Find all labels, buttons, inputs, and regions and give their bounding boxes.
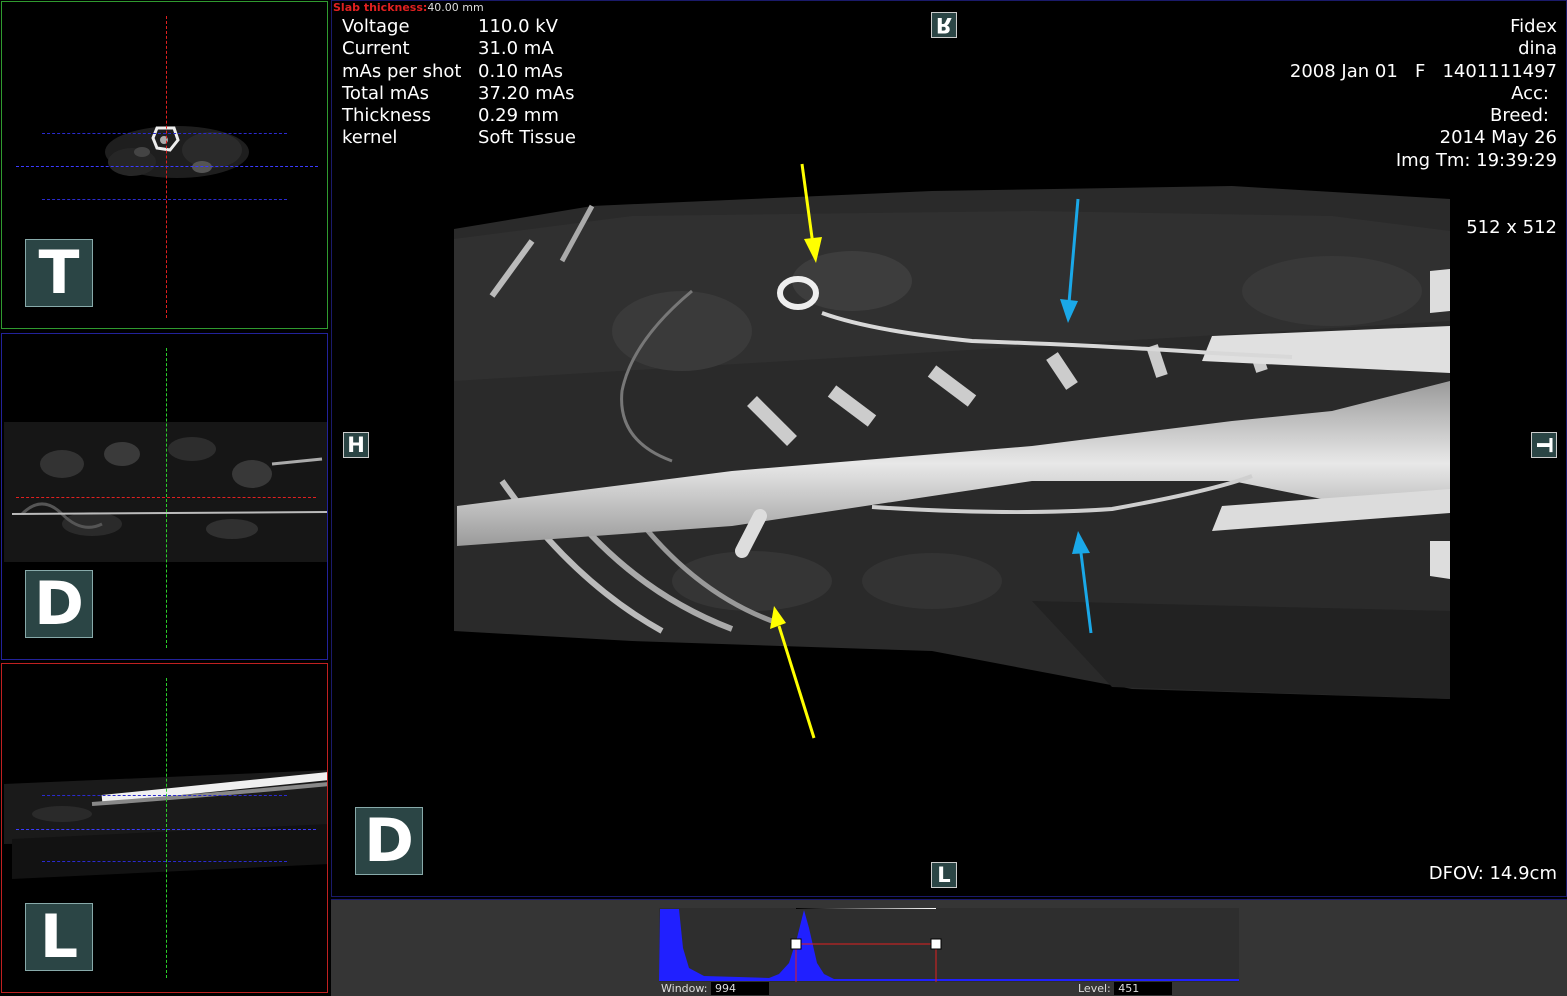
info-label: Current	[342, 38, 410, 60]
breed: Breed:	[1490, 105, 1549, 127]
main-3d-view[interactable]: Slab thickness:40.00 mm Voltage 110.0 kV …	[331, 0, 1567, 897]
info-value: 0.10 mAs	[478, 60, 564, 82]
crosshair-vertical[interactable]	[166, 678, 167, 978]
info-label: kernel	[342, 127, 398, 149]
accession: Acc:	[1511, 82, 1549, 104]
level-readout: Level: 451	[1078, 982, 1173, 995]
orientation-label-t: T	[25, 239, 93, 307]
window-value: 994	[710, 982, 769, 995]
info-row: kernel Soft Tissue	[342, 127, 576, 149]
matrix-size: 512 x 512	[1466, 217, 1557, 238]
device-name: Fidex	[1510, 16, 1557, 37]
crosshair-horizontal[interactable]	[16, 166, 318, 167]
orientation-label-d: D	[25, 570, 93, 638]
info-value: 110.0 kV	[478, 16, 558, 37]
transverse-view[interactable]: T	[1, 1, 328, 329]
slab-boundary-bottom[interactable]	[42, 861, 287, 862]
level-value: 451	[1114, 982, 1173, 995]
orientation-marker-bottom: L	[931, 862, 957, 888]
slab-boundary-top[interactable]	[42, 795, 287, 796]
info-row: Thickness 0.29 mm	[342, 105, 576, 127]
info-row: mAs per shot 0.10 mAs	[342, 61, 576, 83]
window-level-panel[interactable]: Window: 994 Level: 451	[331, 899, 1567, 996]
slab-thickness-value: 40.00 mm	[427, 1, 484, 14]
study-date: 2014 May 26	[1439, 127, 1557, 149]
window-label: Window:	[661, 982, 708, 995]
crosshair-horizontal[interactable]	[16, 829, 316, 830]
info-value: 0.29 mm	[478, 105, 559, 127]
patient-dob-sex-id: 2008 Jan 01 F 1401111497	[1289, 60, 1557, 82]
slab-thickness: Slab thickness:40.00 mm	[333, 1, 484, 15]
patient-name: dina	[1518, 38, 1557, 60]
histogram-background	[659, 908, 1239, 982]
orientation-marker-top: R	[931, 12, 957, 38]
crosshair-horizontal[interactable]	[16, 497, 316, 498]
grayscale-ramp	[796, 908, 936, 909]
info-row: Current 31.0 mA	[342, 38, 576, 60]
info-row: Total mAs 37.20 mAs	[342, 83, 576, 105]
dorsal-view[interactable]: D	[1, 333, 328, 660]
lateral-view[interactable]: L	[1, 663, 328, 993]
orientation-label-l: L	[25, 903, 93, 971]
acquisition-info: Voltage 110.0 kV Current 31.0 mA mAs per s…	[342, 16, 576, 150]
histogram[interactable]	[659, 908, 1239, 984]
orientation-marker-right: T	[1531, 432, 1557, 458]
info-value: Soft Tissue	[478, 127, 576, 149]
info-label: mAs per shot	[342, 60, 462, 82]
info-row: Voltage 110.0 kV	[342, 16, 576, 38]
crosshair-vertical[interactable]	[166, 348, 167, 648]
slab-boundary-top[interactable]	[42, 133, 287, 134]
info-value: 37.20 mAs	[478, 82, 575, 104]
patient-info: Fidex dina 2008 Jan 01 F 1401111497 Acc:…	[1290, 16, 1557, 172]
view-orientation-label: D	[355, 807, 423, 875]
slab-boundary-bottom[interactable]	[42, 199, 287, 200]
crosshair-vertical[interactable]	[166, 16, 167, 318]
info-label: Voltage	[342, 16, 410, 37]
image-time: Img Tm: 19:39:29	[1395, 149, 1557, 171]
window-low-handle[interactable]	[790, 938, 802, 950]
display-fov: DFOV: 14.9cm	[1428, 863, 1557, 884]
level-label: Level:	[1078, 982, 1111, 995]
info-label: Total mAs	[342, 82, 429, 104]
window-readout: Window: 994	[661, 982, 769, 995]
slab-thickness-label: Slab thickness:	[333, 1, 428, 14]
orientation-marker-left: H	[343, 432, 369, 458]
info-value: 31.0 mA	[478, 38, 554, 60]
info-label: Thickness	[342, 105, 431, 127]
window-high-handle[interactable]	[930, 938, 942, 950]
